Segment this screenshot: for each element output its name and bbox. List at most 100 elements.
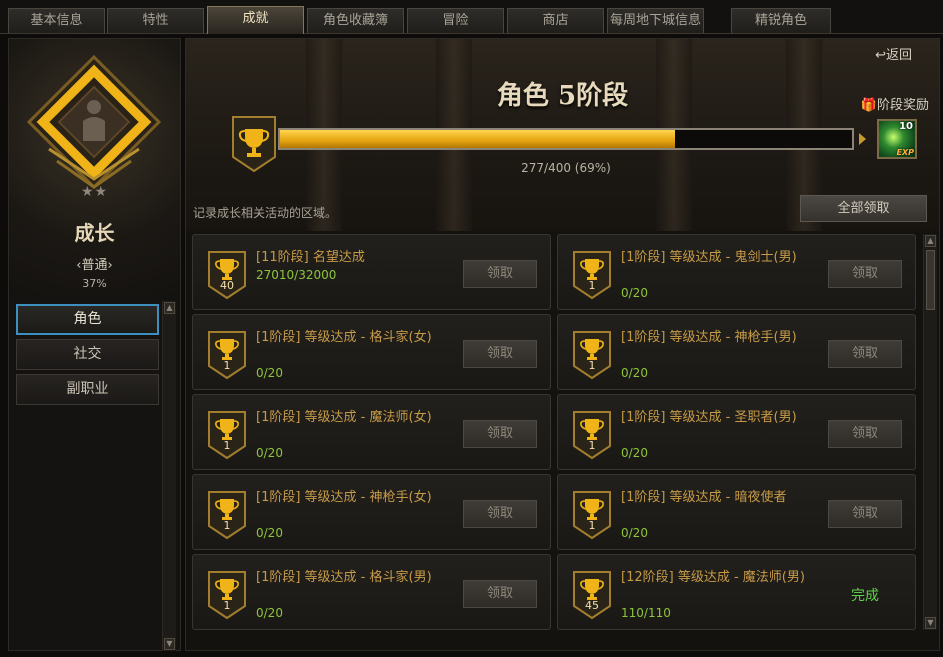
scroll-thumb[interactable] xyxy=(926,250,935,310)
achievement-card: 1 [1阶段] 等级达成 - 神枪手(女) 0/20 领取 xyxy=(192,474,551,550)
achievement-card: 1 [1阶段] 等级达成 - 格斗家(女) 0/20 领取 xyxy=(192,314,551,390)
scroll-up-icon[interactable]: ▲ xyxy=(925,235,936,247)
achievement-progress: 0/20 xyxy=(256,446,283,460)
achievement-title: [1阶段] 等级达成 - 暗夜使者 xyxy=(621,490,787,505)
claim-button[interactable]: 领取 xyxy=(463,420,537,448)
claim-button[interactable]: 领取 xyxy=(828,260,902,288)
claim-button[interactable]: 领取 xyxy=(463,340,537,368)
achievement-progress: 0/20 xyxy=(256,526,283,540)
return-arrow-icon: ↩ xyxy=(875,48,886,63)
trophy-badge-count: 1 xyxy=(223,359,231,372)
trophy-badge-icon xyxy=(572,330,612,380)
achievement-card: 1 [1阶段] 等级达成 - 神枪手(男) 0/20 领取 xyxy=(557,314,916,390)
achievement-progress: 0/20 xyxy=(621,446,648,460)
growth-emblem-panel: ★★ 成长 ‹普通› 37% xyxy=(9,39,180,296)
achievement-title: [1阶段] 等级达成 - 鬼剑士(男) xyxy=(621,250,797,265)
claim-button[interactable]: 领取 xyxy=(828,340,902,368)
achievement-progress: 0/20 xyxy=(621,526,648,540)
achievement-title: [1阶段] 等级达成 - 圣职者(男) xyxy=(621,410,797,425)
achievement-scrollbar[interactable]: ▲ ▼ xyxy=(923,234,937,630)
achievement-title: [12阶段] 等级达成 - 魔法师(男) xyxy=(621,570,805,585)
tab-traits[interactable]: 特性 xyxy=(107,8,204,33)
sidebar-scrollbar[interactable]: ▲ ▼ xyxy=(162,301,176,651)
gift-icon: 🎁 xyxy=(860,98,877,113)
achievement-title: [1阶段] 等级达成 - 神枪手(男) xyxy=(621,330,797,345)
achievement-progress: 27010/32000 xyxy=(256,268,337,282)
stage-progress-bar xyxy=(278,128,854,150)
completed-label: 完成 xyxy=(851,588,879,604)
achievement-title: [1阶段] 等级达成 - 格斗家(女) xyxy=(256,330,432,345)
trophy-badge-icon xyxy=(207,250,247,300)
trophy-badge-icon xyxy=(572,410,612,460)
stage-progress-fill xyxy=(280,130,675,148)
back-label: 返回 xyxy=(885,48,912,63)
trophy-badge-icon xyxy=(572,490,612,540)
tab-basic-info[interactable]: 基本信息 xyxy=(8,8,105,33)
claim-button[interactable]: 领取 xyxy=(463,500,537,528)
claim-all-button[interactable]: 全部领取 xyxy=(800,195,927,222)
tab-weekly-dungeon[interactable]: 每周地下城信息 xyxy=(607,8,704,33)
growth-emblem-icon xyxy=(26,54,162,190)
scroll-down-icon[interactable]: ▼ xyxy=(164,638,175,650)
achievement-progress: 0/20 xyxy=(621,366,648,380)
tab-adventure[interactable]: 冒险 xyxy=(407,8,504,33)
trophy-badge-icon xyxy=(207,490,247,540)
sidebar-item-subclass[interactable]: 副职业 xyxy=(16,374,159,405)
stage-reward-text: 阶段奖励 xyxy=(876,98,929,113)
stage-reward-label: 🎁阶段奖励 xyxy=(861,94,929,113)
achievement-card: 1 [1阶段] 等级达成 - 圣职者(男) 0/20 领取 xyxy=(557,394,916,470)
achievement-card: 1 [1阶段] 等级达成 - 暗夜使者 0/20 领取 xyxy=(557,474,916,550)
achievement-card: 1 [1阶段] 等级达成 - 魔法师(女) 0/20 领取 xyxy=(192,394,551,470)
scroll-down-icon[interactable]: ▼ xyxy=(925,617,936,629)
sidebar-item-character[interactable]: 角色 xyxy=(16,304,159,335)
scroll-up-icon[interactable]: ▲ xyxy=(164,302,175,314)
category-percent: 37% xyxy=(82,277,107,290)
achievement-title: [11阶段] 名望达成 xyxy=(256,250,365,265)
claim-button[interactable]: 领取 xyxy=(828,420,902,448)
achievement-progress: 110/110 xyxy=(621,606,671,620)
stage-title: 角色 5阶段 xyxy=(496,81,629,111)
tab-achievements[interactable]: 成就 xyxy=(207,6,304,34)
achievement-progress: 0/20 xyxy=(256,606,283,620)
claim-button[interactable]: 领取 xyxy=(828,500,902,528)
achievement-card: 45 [12阶段] 等级达成 - 魔法师(男) 110/110 完成 xyxy=(557,554,916,630)
trophy-badge-count: 40 xyxy=(220,279,234,292)
achievement-title: [1阶段] 等级达成 - 格斗家(男) xyxy=(256,570,432,585)
stage-banner: ↩返回 角色 5阶段 277/400 (69%) 🎁阶段奖励 10 EXP 记录… xyxy=(186,39,939,231)
tab-shop[interactable]: 商店 xyxy=(507,8,604,33)
achievement-panel: ↩返回 角色 5阶段 277/400 (69%) 🎁阶段奖励 10 EXP 记录… xyxy=(185,38,940,651)
trophy-badge-count: 1 xyxy=(223,519,231,532)
trophy-badge-icon xyxy=(207,330,247,380)
trophy-badge-icon xyxy=(207,570,247,620)
trophy-badge-icon xyxy=(572,250,612,300)
achievement-title: [1阶段] 等级达成 - 魔法师(女) xyxy=(256,410,432,425)
achievement-card: 1 [1阶段] 等级达成 - 鬼剑士(男) 0/20 领取 xyxy=(557,234,916,310)
star-rating: ★★ xyxy=(80,184,109,200)
reward-count: 10 xyxy=(899,121,913,132)
trophy-icon xyxy=(232,116,276,173)
achievement-progress: 0/20 xyxy=(621,286,648,300)
achievement-list: 40 [11阶段] 名望达成 27010/32000 领取 1 [1阶段] 等级达成 - … xyxy=(192,234,920,646)
top-tab-bar: 基本信息 特性 成就 角色收藏簿 冒险 商店 每周地下城信息 精锐角色 xyxy=(0,0,943,34)
category-sidebar: ★★ 成长 ‹普通› 37% 角色 社交 副职业 ▲ ▼ xyxy=(8,38,181,651)
back-button[interactable]: ↩返回 xyxy=(875,44,912,63)
achievement-card: 1 [1阶段] 等级达成 - 格斗家(男) 0/20 领取 xyxy=(192,554,551,630)
claim-button[interactable]: 领取 xyxy=(463,580,537,608)
achievement-card: 40 [11阶段] 名望达成 27010/32000 领取 xyxy=(192,234,551,310)
trophy-badge-count: 1 xyxy=(223,439,231,452)
category-title: 成长 xyxy=(74,221,115,245)
achievement-progress: 0/20 xyxy=(256,366,283,380)
sidebar-item-social[interactable]: 社交 xyxy=(16,339,159,370)
trophy-badge-count: 1 xyxy=(588,359,596,372)
tab-collection[interactable]: 角色收藏簿 xyxy=(307,8,404,33)
trophy-badge-count: 45 xyxy=(585,599,599,612)
exp-reward-icon[interactable]: 10 EXP xyxy=(877,119,917,159)
section-hint: 记录成长相关活动的区域。 xyxy=(193,206,338,220)
stage-progress-text: 277/400 (69%) xyxy=(521,161,611,175)
achievement-title: [1阶段] 等级达成 - 神枪手(女) xyxy=(256,490,432,505)
trophy-badge-count: 1 xyxy=(223,599,231,612)
tab-elite-character[interactable]: 精锐角色 xyxy=(731,8,831,33)
trophy-badge-count: 1 xyxy=(588,519,596,532)
claim-button[interactable]: 领取 xyxy=(463,260,537,288)
reward-tag: EXP xyxy=(896,148,915,157)
